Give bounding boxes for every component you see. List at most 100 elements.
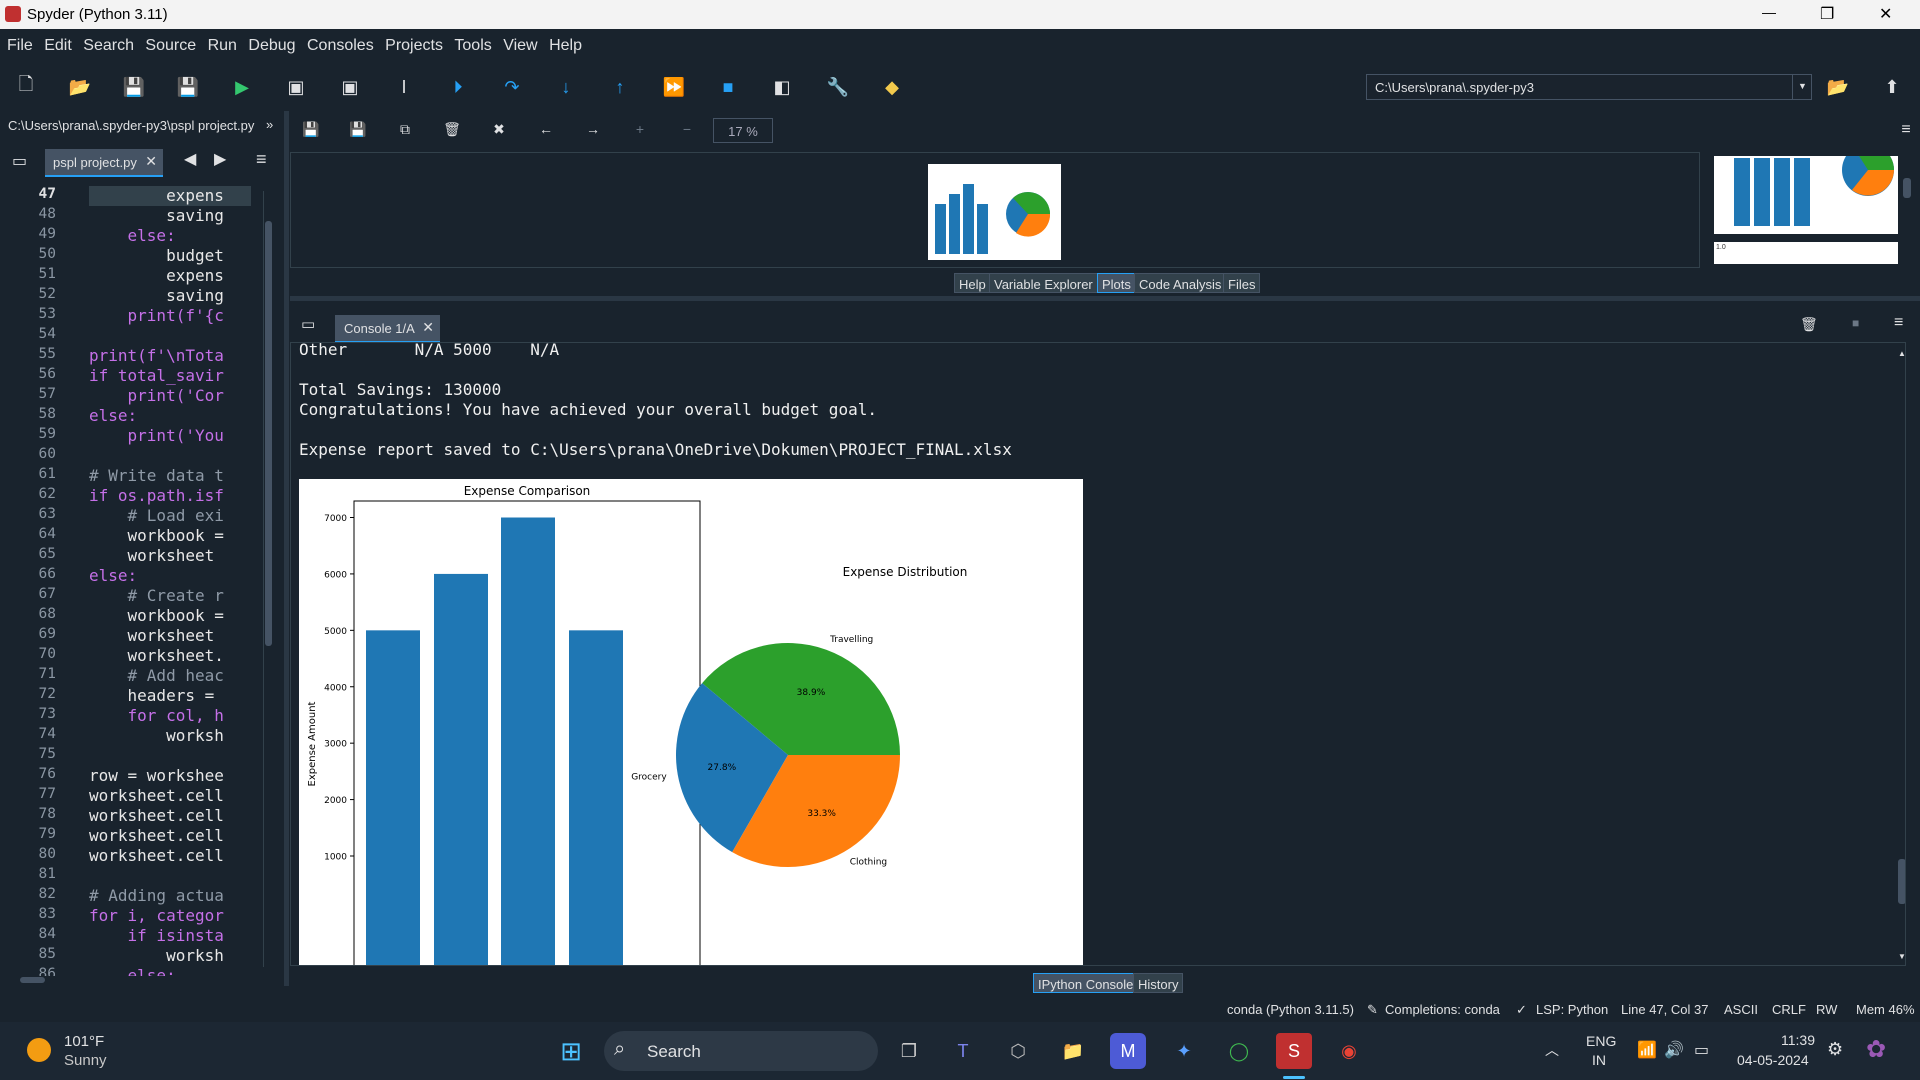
stop-icon[interactable]: ■ [716,75,740,99]
remove-all-plots-icon[interactable]: ✖ [488,121,510,143]
copilot-icon[interactable]: ✦ [1166,1033,1202,1069]
zoom-out-icon[interactable]: − [676,121,698,143]
preferences-wrench-icon[interactable]: 🔧 [826,75,850,99]
plot-thumbnail[interactable]: 1.0 [1714,242,1898,264]
clock-date[interactable]: 04-05-2024 [1737,1052,1809,1068]
save-plot-icon[interactable]: 💾 [300,121,322,143]
tab-variable-explorer[interactable]: Variable Explorer [989,273,1098,293]
tab-plots[interactable]: Plots [1097,273,1136,293]
visual-studio-icon[interactable]: M [1110,1033,1146,1069]
parent-directory-icon[interactable]: ⬆ [1880,75,1904,99]
spyder-taskbar-icon[interactable]: S [1276,1033,1312,1069]
menu-search[interactable]: Search [83,29,134,55]
ipython-console[interactable]: Other N/A 5000 N/A Total Savings: 130000… [290,342,1906,966]
tab-files[interactable]: Files [1223,273,1261,293]
console-scrollbar[interactable]: ▲ ▼ [1898,349,1905,961]
browse-consoles-icon[interactable]: ▭ [301,315,315,333]
path-more-icon[interactable]: » [266,117,273,132]
plots-options-icon[interactable]: ≡ [1895,121,1917,143]
weather-condition[interactable]: Sunny [64,1052,107,1069]
sun-icon[interactable] [27,1038,51,1062]
run-icon[interactable]: ▶ [230,75,254,99]
tab-ipython-console[interactable]: IPython Console [1033,973,1139,993]
run-selection-icon[interactable]: I [392,75,416,99]
status-environment[interactable]: conda (Python 3.11.5) [1227,1002,1354,1017]
task-view-icon[interactable]: ❐ [891,1033,927,1069]
console-options-icon[interactable]: ≡ [1894,314,1903,332]
editor-tab[interactable]: pspl project.py ✕ [45,149,163,177]
console-tab[interactable]: Console 1/A ✕ [335,315,440,343]
taskbar-search-box[interactable]: ⌕ Search [604,1031,878,1071]
save-all-plots-icon[interactable]: 💾 [347,121,369,143]
menu-view[interactable]: View [503,29,537,55]
teams-icon[interactable]: T [945,1033,981,1069]
previous-plot-icon[interactable]: ← [535,121,557,143]
step-over-icon[interactable]: ↷ [500,75,524,99]
previous-tab-icon[interactable]: ◀ [184,149,196,169]
show-hidden-icons[interactable]: ︿ [1545,1040,1559,1060]
step-into-icon[interactable]: ↓ [554,75,578,99]
tab-code-analysis[interactable]: Code Analysis [1134,273,1227,293]
windows-start-icon[interactable]: ⊞ [553,1033,589,1069]
zoom-level-field[interactable]: 17 % [713,118,773,143]
next-plot-icon[interactable]: → [582,121,604,143]
clear-console-icon[interactable]: 🗑 [1800,316,1818,333]
close-button[interactable]: ✕ [1879,4,1892,24]
clock-time[interactable]: 11:39 [1781,1032,1815,1048]
open-folder-icon[interactable]: 📂 [68,75,92,99]
interrupt-kernel-icon[interactable]: ■ [1852,316,1859,330]
minimize-button[interactable]: — [1762,4,1776,20]
save-all-icon[interactable]: 💾 [176,75,200,99]
tab-history[interactable]: History [1133,973,1184,993]
save-icon[interactable]: 💾 [122,75,146,99]
menu-file[interactable]: File [7,29,33,55]
working-directory-input[interactable]: C:\Users\prana\.spyder-py3 [1366,74,1812,100]
editor-options-icon[interactable]: ≡ [256,149,267,170]
pane-splitter[interactable] [290,296,1920,301]
chevron-down-icon[interactable]: ▼ [1792,74,1812,100]
copy-plot-icon[interactable]: ⧉ [394,121,416,143]
chrome-icon[interactable]: ◉ [1331,1033,1367,1069]
anaconda-icon[interactable]: ◯ [1221,1033,1257,1069]
wifi-icon[interactable]: 📶 [1637,1040,1657,1060]
zoom-in-icon[interactable]: + [629,121,651,143]
menu-run[interactable]: Run [208,29,237,55]
remove-plot-icon[interactable]: 🗑 [441,121,463,143]
copilot-tray-icon[interactable]: ✿ [1866,1035,1886,1064]
menu-source[interactable]: Source [145,29,196,55]
close-tab-icon[interactable]: ✕ [145,153,157,170]
new-file-icon[interactable]: 🗋 [14,74,38,99]
pane-splitter[interactable] [284,111,289,986]
continue-icon[interactable]: ⏩ [662,75,686,99]
step-return-icon[interactable]: ↑ [608,75,632,99]
maximize-pane-icon[interactable]: ◧ [770,75,794,99]
browse-tabs-icon[interactable]: ▭ [12,151,27,171]
close-console-icon[interactable]: ✕ [422,319,434,336]
debug-icon[interactable]: ⏵ [446,75,470,99]
language-region[interactable]: IN [1592,1052,1606,1068]
thumbnails-scrollbar[interactable] [1903,162,1911,258]
menu-debug[interactable]: Debug [248,29,295,55]
code-editor[interactable]: 47 expens 48 saving 49 else: 50 budget 51 ex… [0,183,282,986]
browse-folder-icon[interactable]: 📂 [1826,75,1850,99]
volume-icon[interactable]: 🔊 [1664,1040,1684,1060]
battery-icon[interactable]: ▭ [1694,1040,1709,1060]
file-explorer-icon[interactable]: 📁 [1055,1033,1091,1069]
menu-consoles[interactable]: Consoles [307,29,374,55]
weather-temperature[interactable]: 101°F [64,1033,104,1050]
status-completions[interactable]: Completions: conda [1385,1002,1500,1017]
editor-vertical-scrollbar[interactable] [263,191,273,967]
next-tab-icon[interactable]: ▶ [214,149,226,169]
language-indicator[interactable]: ENG [1586,1033,1616,1049]
run-cell-icon[interactable]: ▣ [284,75,308,99]
notification-icon[interactable]: ⚙ [1827,1039,1843,1060]
menu-edit[interactable]: Edit [44,29,72,55]
menu-help[interactable]: Help [549,29,582,55]
python-path-icon[interactable]: ◆ [880,75,904,99]
menu-tools[interactable]: Tools [454,29,491,55]
status-lsp[interactable]: LSP: Python [1536,1002,1608,1017]
plot-thumbnail-selected[interactable] [1714,156,1898,234]
app-icon[interactable]: ⬡ [1000,1033,1036,1069]
menu-projects[interactable]: Projects [385,29,443,55]
run-cell-advance-icon[interactable]: ▣ [338,75,362,99]
